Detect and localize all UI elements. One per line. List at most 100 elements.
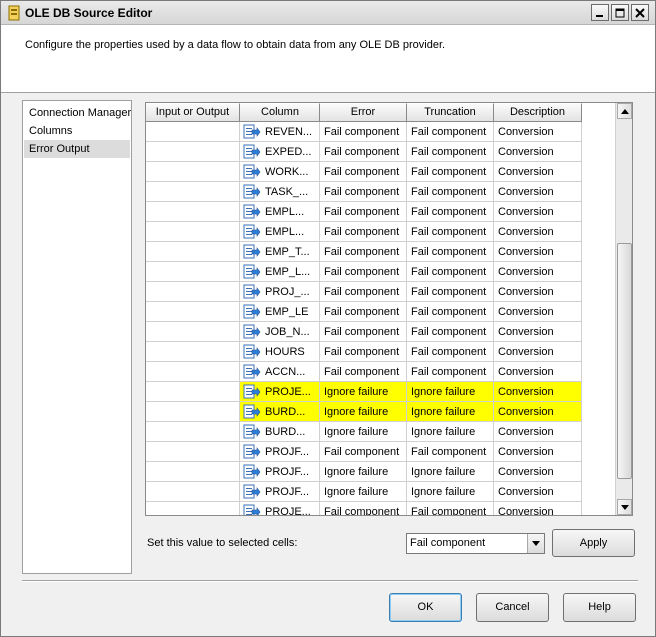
cell-truncation[interactable]: Fail component (407, 502, 494, 515)
cell-truncation[interactable]: Fail component (407, 322, 494, 342)
cell-description[interactable]: Conversion (494, 282, 582, 302)
cell-error[interactable]: Ignore failure (320, 402, 407, 422)
cell-truncation[interactable]: Fail component (407, 202, 494, 222)
cell-input-or-output[interactable] (146, 302, 240, 322)
header-description[interactable]: Description (494, 103, 582, 122)
cell-column[interactable]: PROJF... (240, 442, 320, 462)
cell-truncation[interactable]: Ignore failure (407, 402, 494, 422)
cell-error[interactable]: Fail component (320, 142, 407, 162)
cell-description[interactable]: Conversion (494, 122, 582, 142)
table-row[interactable]: EMP_L... Fail component Fail component Conv… (146, 262, 616, 282)
cell-truncation[interactable]: Ignore failure (407, 482, 494, 502)
cell-description[interactable]: Conversion (494, 502, 582, 515)
cell-error[interactable]: Ignore failure (320, 382, 407, 402)
cell-column[interactable]: EMP_T... (240, 242, 320, 262)
cell-input-or-output[interactable] (146, 502, 240, 515)
cell-input-or-output[interactable] (146, 482, 240, 502)
cell-input-or-output[interactable] (146, 182, 240, 202)
header-truncation[interactable]: Truncation (407, 103, 494, 122)
cell-column[interactable]: PROJF... (240, 482, 320, 502)
cell-truncation[interactable]: Fail component (407, 242, 494, 262)
table-row[interactable]: TASK_... Fail component Fail component Conv… (146, 182, 616, 202)
table-row[interactable]: ACCN... Fail component Fail component Conve… (146, 362, 616, 382)
scroll-down-button[interactable] (617, 499, 632, 515)
cell-description[interactable]: Conversion (494, 342, 582, 362)
table-row[interactable]: BURD... Ignore failure Ignore failure Conve… (146, 402, 616, 422)
table-row[interactable]: HOURS Fail component Fail component Convers… (146, 342, 616, 362)
cell-input-or-output[interactable] (146, 262, 240, 282)
header-column[interactable]: Column (240, 103, 320, 122)
table-row[interactable]: PROJF... Fail component Fail component Conv… (146, 442, 616, 462)
cell-input-or-output[interactable] (146, 122, 240, 142)
cell-description[interactable]: Conversion (494, 182, 582, 202)
cell-truncation[interactable]: Fail component (407, 302, 494, 322)
scroll-up-button[interactable] (617, 103, 632, 119)
cell-description[interactable]: Conversion (494, 242, 582, 262)
cell-error[interactable]: Ignore failure (320, 482, 407, 502)
cell-truncation[interactable]: Fail component (407, 262, 494, 282)
scrollbar-thumb[interactable] (617, 243, 632, 479)
cell-error[interactable]: Ignore failure (320, 422, 407, 442)
cell-error[interactable]: Fail component (320, 302, 407, 322)
cell-column[interactable]: BURD... (240, 402, 320, 422)
cell-column[interactable]: PROJF... (240, 462, 320, 482)
cell-description[interactable]: Conversion (494, 142, 582, 162)
cell-column[interactable]: WORK... (240, 162, 320, 182)
cell-description[interactable]: Conversion (494, 222, 582, 242)
cell-input-or-output[interactable] (146, 282, 240, 302)
cell-description[interactable]: Conversion (494, 362, 582, 382)
cell-input-or-output[interactable] (146, 402, 240, 422)
cell-input-or-output[interactable] (146, 382, 240, 402)
nav-item-columns[interactable]: Columns (24, 122, 130, 140)
ok-button[interactable]: OK (389, 593, 462, 622)
cell-error[interactable]: Fail component (320, 242, 407, 262)
nav-item-connection-manager[interactable]: Connection Manager (24, 104, 131, 122)
cell-error[interactable]: Fail component (320, 502, 407, 515)
cell-error[interactable]: Fail component (320, 122, 407, 142)
cell-input-or-output[interactable] (146, 422, 240, 442)
table-row[interactable]: PROJE... Ignore failure Ignore failure Conv… (146, 382, 616, 402)
cell-description[interactable]: Conversion (494, 402, 582, 422)
cell-error[interactable]: Fail component (320, 202, 407, 222)
cell-input-or-output[interactable] (146, 322, 240, 342)
cell-error[interactable]: Fail component (320, 322, 407, 342)
cell-description[interactable]: Conversion (494, 202, 582, 222)
cell-column[interactable]: EMP_L... (240, 262, 320, 282)
cell-input-or-output[interactable] (146, 222, 240, 242)
cell-truncation[interactable]: Fail component (407, 222, 494, 242)
cell-error[interactable]: Fail component (320, 262, 407, 282)
cell-truncation[interactable]: Fail component (407, 282, 494, 302)
cell-column[interactable]: HOURS (240, 342, 320, 362)
minimize-button[interactable] (591, 4, 609, 21)
cell-description[interactable]: Conversion (494, 382, 582, 402)
nav-item-error-output[interactable]: Error Output (24, 140, 130, 158)
cell-truncation[interactable]: Fail component (407, 362, 494, 382)
cell-column[interactable]: REVEN... (240, 122, 320, 142)
table-row[interactable]: EMP_LE Fail component Fail component Conver… (146, 302, 616, 322)
apply-button[interactable]: Apply (552, 529, 635, 557)
cell-truncation[interactable]: Fail component (407, 122, 494, 142)
table-row[interactable]: EMPL... Fail component Fail component Conve… (146, 222, 616, 242)
table-row[interactable]: PROJ_... Fail component Fail component Conv… (146, 282, 616, 302)
cell-description[interactable]: Conversion (494, 322, 582, 342)
cell-input-or-output[interactable] (146, 242, 240, 262)
table-row[interactable]: JOB_N... Fail component Fail component Conv… (146, 322, 616, 342)
cell-error[interactable]: Fail component (320, 162, 407, 182)
table-row[interactable]: PROJF... Ignore failure Ignore failure Conv… (146, 462, 616, 482)
cell-input-or-output[interactable] (146, 362, 240, 382)
maximize-button[interactable] (611, 4, 629, 21)
cell-input-or-output[interactable] (146, 142, 240, 162)
table-row[interactable]: PROJF... Ignore failure Ignore failure Conv… (146, 482, 616, 502)
cell-description[interactable]: Conversion (494, 442, 582, 462)
cell-description[interactable]: Conversion (494, 162, 582, 182)
cell-column[interactable]: JOB_N... (240, 322, 320, 342)
cell-truncation[interactable]: Fail component (407, 442, 494, 462)
table-row[interactable]: WORK... Fail component Fail component Conve… (146, 162, 616, 182)
table-row[interactable]: PROJE... Fail component Fail component Conv… (146, 502, 616, 515)
cell-error[interactable]: Fail component (320, 222, 407, 242)
cell-truncation[interactable]: Fail component (407, 342, 494, 362)
cell-error[interactable]: Fail component (320, 282, 407, 302)
table-row[interactable]: EMP_T... Fail component Fail component Conv… (146, 242, 616, 262)
cell-column[interactable]: EMP_LE (240, 302, 320, 322)
close-button[interactable] (631, 4, 649, 21)
